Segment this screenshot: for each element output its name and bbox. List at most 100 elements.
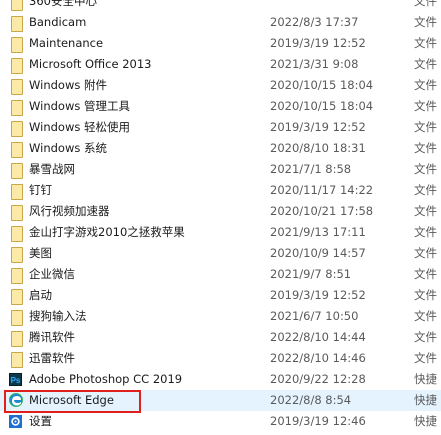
item-date-modified: 2021/9/13 17:11 bbox=[270, 225, 366, 239]
folder-icon bbox=[11, 79, 23, 95]
folder-icon bbox=[11, 289, 23, 305]
item-name: 金山打字游戏2010之拯救苹果 bbox=[29, 225, 185, 239]
item-name: 美图 bbox=[29, 246, 52, 260]
folder-icon bbox=[11, 226, 23, 242]
folder-icon bbox=[11, 142, 23, 158]
list-item[interactable]: Windows 轻松使用 2019/3/19 12:52 文件 bbox=[0, 117, 441, 138]
item-name: Windows 轻松使用 bbox=[29, 120, 130, 134]
folder-icon bbox=[11, 205, 23, 221]
item-type: 文件 bbox=[414, 267, 437, 281]
list-item[interactable]: 360安全中心 文件 bbox=[0, 0, 441, 12]
folder-icon bbox=[11, 268, 23, 284]
folder-icon bbox=[11, 352, 23, 368]
item-date-modified: 2020/9/22 12:28 bbox=[270, 372, 366, 386]
list-item[interactable]: Microsoft Edge 2022/8/8 8:54 快捷 bbox=[0, 390, 441, 413]
item-date-modified: 2021/6/7 10:50 bbox=[270, 309, 359, 323]
item-type: 文件 bbox=[414, 120, 437, 134]
item-date-modified: 2019/3/19 12:46 bbox=[270, 414, 366, 428]
item-type: 快捷 bbox=[414, 414, 437, 428]
list-item[interactable]: 风行视频加速器 2020/10/21 17:58 文件 bbox=[0, 201, 441, 222]
item-type: 文件 bbox=[414, 162, 437, 176]
item-type: 文件 bbox=[414, 15, 437, 29]
list-item[interactable]: 设置 2019/3/19 12:46 快捷 bbox=[0, 411, 441, 432]
item-date-modified: 2020/8/10 18:31 bbox=[270, 141, 366, 155]
item-type: 文件 bbox=[414, 78, 437, 92]
item-date-modified: 2022/8/3 17:37 bbox=[270, 15, 359, 29]
item-type: 文件 bbox=[414, 0, 437, 8]
folder-icon bbox=[11, 100, 23, 116]
item-date-modified: 2021/3/31 9:08 bbox=[270, 57, 359, 71]
list-item[interactable]: 迅雷软件 2022/8/10 14:46 文件 bbox=[0, 348, 441, 369]
folder-icon bbox=[11, 16, 23, 32]
item-type: 文件 bbox=[414, 183, 437, 197]
list-item[interactable]: Ps Adobe Photoshop CC 2019 2020/9/22 12:28… bbox=[0, 369, 441, 390]
item-name: Windows 系统 bbox=[29, 141, 107, 155]
item-name: Windows 管理工具 bbox=[29, 99, 130, 113]
item-name: Microsoft Office 2013 bbox=[29, 57, 152, 71]
item-type: 文件 bbox=[414, 141, 437, 155]
item-date-modified: 2020/10/15 18:04 bbox=[270, 99, 374, 113]
item-name: 暴雪战网 bbox=[29, 162, 75, 176]
item-date-modified: 2019/3/19 12:52 bbox=[270, 36, 366, 50]
folder-icon bbox=[11, 247, 23, 263]
item-name: Bandicam bbox=[29, 15, 87, 29]
folder-icon bbox=[11, 184, 23, 200]
folder-icon bbox=[11, 0, 23, 11]
item-name: 风行视频加速器 bbox=[29, 204, 110, 218]
item-date-modified: 2019/3/19 12:52 bbox=[270, 288, 366, 302]
item-name: 腾讯软件 bbox=[29, 330, 75, 344]
item-name: 钉钉 bbox=[29, 183, 52, 197]
item-date-modified: 2020/10/15 18:04 bbox=[270, 78, 374, 92]
item-date-modified: 2021/9/7 8:51 bbox=[270, 267, 352, 281]
item-date-modified: 2020/10/21 17:58 bbox=[270, 204, 374, 218]
item-name: Adobe Photoshop CC 2019 bbox=[29, 372, 183, 386]
item-date-modified: 2022/8/10 14:46 bbox=[270, 351, 366, 365]
list-item[interactable]: 启动 2019/3/19 12:52 文件 bbox=[0, 285, 441, 306]
list-item[interactable]: 暴雪战网 2021/7/1 8:58 文件 bbox=[0, 159, 441, 180]
folder-icon bbox=[11, 58, 23, 74]
list-item[interactable]: 企业微信 2021/9/7 8:51 文件 bbox=[0, 264, 441, 285]
item-type: 文件 bbox=[414, 309, 437, 323]
list-item[interactable]: 金山打字游戏2010之拯救苹果 2021/9/13 17:11 文件 bbox=[0, 222, 441, 243]
item-name: Microsoft Edge bbox=[29, 393, 114, 407]
folder-icon bbox=[11, 331, 23, 347]
item-name: 启动 bbox=[29, 288, 52, 302]
item-type: 文件 bbox=[414, 57, 437, 71]
item-type: 快捷 bbox=[414, 372, 437, 386]
item-type: 文件 bbox=[414, 99, 437, 113]
list-item[interactable]: Windows 管理工具 2020/10/15 18:04 文件 bbox=[0, 96, 441, 117]
folder-icon bbox=[11, 310, 23, 326]
item-name: Windows 附件 bbox=[29, 78, 107, 92]
list-item[interactable]: Maintenance 2019/3/19 12:52 文件 bbox=[0, 33, 441, 54]
list-item[interactable]: 美图 2020/10/9 14:57 文件 bbox=[0, 243, 441, 264]
item-type: 文件 bbox=[414, 36, 437, 50]
list-item[interactable]: Microsoft Office 2013 2021/3/31 9:08 文件 bbox=[0, 54, 441, 75]
file-list: 360安全中心 文件 Bandicam 2022/8/3 17:37 文件 Mainten… bbox=[0, 0, 441, 432]
photoshop-icon: Ps bbox=[9, 372, 22, 387]
item-name: 企业微信 bbox=[29, 267, 75, 281]
folder-icon bbox=[11, 163, 23, 179]
item-date-modified: 2019/3/19 12:52 bbox=[270, 120, 366, 134]
list-item[interactable]: 钉钉 2020/11/17 14:22 文件 bbox=[0, 180, 441, 201]
item-name: 搜狗输入法 bbox=[29, 309, 87, 323]
item-type: 快捷 bbox=[414, 393, 437, 407]
folder-icon bbox=[11, 121, 23, 137]
item-type: 文件 bbox=[414, 351, 437, 365]
item-name: 360安全中心 bbox=[29, 0, 97, 8]
item-type: 文件 bbox=[414, 225, 437, 239]
item-date-modified: 2022/8/8 8:54 bbox=[270, 393, 352, 407]
item-date-modified: 2022/8/10 14:44 bbox=[270, 330, 366, 344]
item-name: Maintenance bbox=[29, 36, 104, 50]
list-item[interactable]: Windows 系统 2020/8/10 18:31 文件 bbox=[0, 138, 441, 159]
item-type: 文件 bbox=[414, 330, 437, 344]
edge-icon bbox=[9, 393, 23, 408]
settings-icon bbox=[9, 414, 22, 429]
item-name: 迅雷软件 bbox=[29, 351, 75, 365]
list-item[interactable]: Windows 附件 2020/10/15 18:04 文件 bbox=[0, 75, 441, 96]
item-date-modified: 2020/11/17 14:22 bbox=[270, 183, 374, 197]
list-item[interactable]: Bandicam 2022/8/3 17:37 文件 bbox=[0, 12, 441, 33]
list-item[interactable]: 搜狗输入法 2021/6/7 10:50 文件 bbox=[0, 306, 441, 327]
list-item[interactable]: 腾讯软件 2022/8/10 14:44 文件 bbox=[0, 327, 441, 348]
svg-text:Ps: Ps bbox=[11, 376, 21, 385]
item-date-modified: 2020/10/9 14:57 bbox=[270, 246, 366, 260]
